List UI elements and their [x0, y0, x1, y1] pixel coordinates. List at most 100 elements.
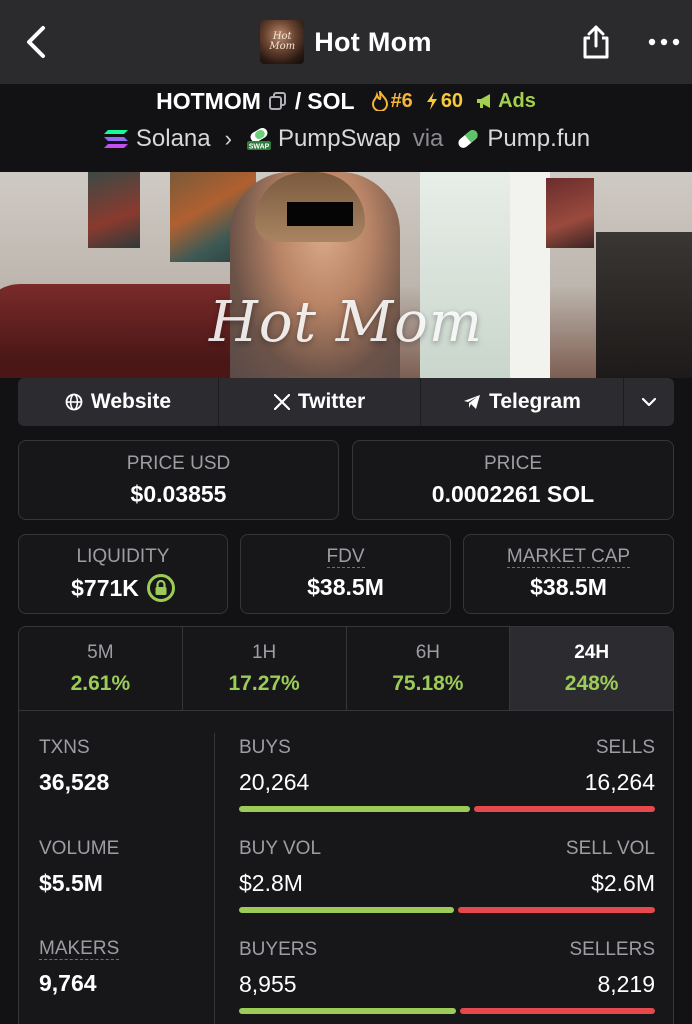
top-nav-bar: Hot Mom Hot Mom — [0, 0, 692, 84]
website-button[interactable]: Website — [18, 378, 219, 426]
makers-label[interactable]: MAKERS — [39, 939, 120, 960]
trending-rank-badge[interactable]: #6 — [371, 90, 413, 113]
megaphone-icon — [477, 94, 491, 108]
social-links-bar: Website Twitter Telegram — [18, 378, 674, 426]
fdv-label[interactable]: FDV — [326, 547, 365, 568]
buys-sells-split: BUYS SELLS 20,264 16,264 — [239, 737, 655, 812]
buyers-label: BUYERS — [239, 939, 318, 960]
sells-value: 16,264 — [584, 769, 655, 795]
txns-metric: TXNS 36,528 — [39, 737, 109, 796]
flame-icon — [371, 91, 388, 111]
tab-1h[interactable]: 1H 17.27% — [183, 627, 347, 710]
market-cap-card: MARKET CAP $38.5M — [463, 534, 674, 614]
solana-icon — [103, 130, 128, 148]
tab-6h[interactable]: 6H 75.18% — [347, 627, 511, 710]
liquidity-label: LIQUIDITY — [76, 546, 170, 567]
liquidity-card: LIQUIDITY $771K — [18, 534, 228, 614]
sells-label: SELLS — [595, 737, 655, 758]
buys-sells-bar — [239, 806, 655, 812]
stats-panel: TXNS 36,528 BUYS SELLS 20,264 16,264 VOL… — [18, 710, 674, 1024]
share-icon — [583, 25, 609, 59]
tab-24h[interactable]: 24H 248% — [510, 627, 673, 710]
svg-text:SWAP: SWAP — [249, 144, 270, 151]
pair-separator: / — [294, 87, 302, 114]
boost-badge[interactable]: 60 — [425, 90, 463, 113]
tab-6h-label: 6H — [415, 641, 441, 663]
token-avatar: Hot Mom — [260, 20, 305, 64]
telegram-icon — [464, 395, 481, 409]
sellers-label: SELLERS — [569, 939, 655, 960]
ads-badge[interactable]: Ads — [475, 90, 536, 113]
price-usd-value: $0.03855 — [130, 480, 227, 507]
volume-metric: VOLUME $5.5M — [39, 838, 119, 897]
stats-divider — [214, 733, 215, 1024]
buys-bar-fill — [239, 806, 470, 812]
buyers-sellers-bar — [239, 1008, 655, 1014]
market-cap-label[interactable]: MARKET CAP — [506, 547, 631, 568]
buyers-bar-fill — [239, 1008, 457, 1014]
banner-text: Hot Mom — [208, 290, 483, 355]
lock-icon[interactable] — [146, 574, 175, 602]
globe-icon — [65, 393, 83, 411]
makers-metric: MAKERS 9,764 — [39, 939, 120, 997]
market-cap-value: $38.5M — [530, 574, 607, 600]
launchpad-name[interactable]: Pump.fun — [487, 125, 590, 153]
chain-name[interactable]: Solana — [136, 125, 211, 153]
banner-censor-bar — [287, 202, 353, 226]
buys-value: 20,264 — [239, 769, 310, 795]
pill-icon — [458, 130, 478, 148]
tab-1h-label: 1H — [251, 641, 277, 663]
more-button[interactable] — [644, 26, 684, 58]
pumpswap-icon: SWAP — [246, 128, 271, 151]
dex-name[interactable]: PumpSwap — [278, 125, 401, 153]
sell-vol-bar-fill — [458, 907, 655, 913]
tab-24h-label: 24H — [574, 641, 610, 663]
price-usd-card: PRICE USD $0.03855 — [18, 440, 339, 520]
buyers-sellers-split: BUYERS SELLERS 8,955 8,219 — [239, 939, 655, 1014]
chain-breadcrumb: Solana › SWAP PumpSwap via Pump.fun — [0, 122, 692, 156]
tab-5m[interactable]: 5M 2.61% — [19, 627, 183, 710]
txns-value: 36,528 — [39, 769, 110, 795]
share-button[interactable] — [576, 22, 616, 62]
rank-value: #6 — [390, 89, 413, 112]
buyers-value: 8,955 — [239, 971, 297, 997]
sell-vol-value: $2.6M — [591, 870, 655, 896]
more-icon — [648, 38, 680, 46]
tab-5m-label: 5M — [87, 641, 114, 663]
buy-vol-label: BUY VOL — [239, 838, 322, 859]
page-title: Hot Mom — [314, 26, 432, 57]
telegram-button[interactable]: Telegram — [421, 378, 624, 426]
volume-value: $5.5M — [39, 870, 103, 896]
sellers-bar-fill — [460, 1008, 655, 1014]
boost-value: 60 — [440, 89, 464, 112]
pair-header: HOTMOM / SOL #6 60 Ads — [0, 84, 692, 118]
more-links-dropdown[interactable] — [624, 378, 674, 426]
sell-vol-label: SELL VOL — [565, 838, 655, 859]
buy-vol-value: $2.8M — [239, 870, 303, 896]
liquidity-value: $771K — [71, 574, 139, 601]
tab-6h-change: 75.18% — [392, 671, 464, 695]
twitter-button[interactable]: Twitter — [219, 378, 421, 426]
avatar-text: Hot Mom — [269, 31, 296, 52]
liquidity-value-group: $771K — [71, 574, 175, 602]
banner-painting-3 — [546, 178, 594, 248]
volume-bar — [239, 907, 655, 913]
x-icon — [273, 394, 290, 410]
sellers-value: 8,219 — [597, 971, 655, 997]
tab-24h-change: 248% — [564, 671, 619, 695]
buy-vol-bar-fill — [239, 907, 455, 913]
copy-icon[interactable] — [267, 90, 289, 112]
token-banner-image: Hot Mom — [0, 172, 692, 378]
price-native-label: PRICE — [483, 452, 543, 474]
chevron-right-icon: › — [224, 126, 232, 151]
volume-label: VOLUME — [39, 838, 120, 859]
makers-value: 9,764 — [39, 970, 97, 996]
website-label: Website — [90, 390, 172, 413]
via-label: via — [412, 125, 444, 152]
ads-label: Ads — [498, 89, 536, 112]
tab-1h-change: 17.27% — [228, 671, 300, 695]
timeframe-tabs: 5M 2.61% 1H 17.27% 6H 75.18% 24H 248% — [18, 626, 674, 710]
tab-5m-change: 2.61% — [70, 671, 131, 695]
price-native-value: 0.0002261 SOL — [431, 480, 595, 507]
telegram-label: Telegram — [489, 390, 581, 413]
